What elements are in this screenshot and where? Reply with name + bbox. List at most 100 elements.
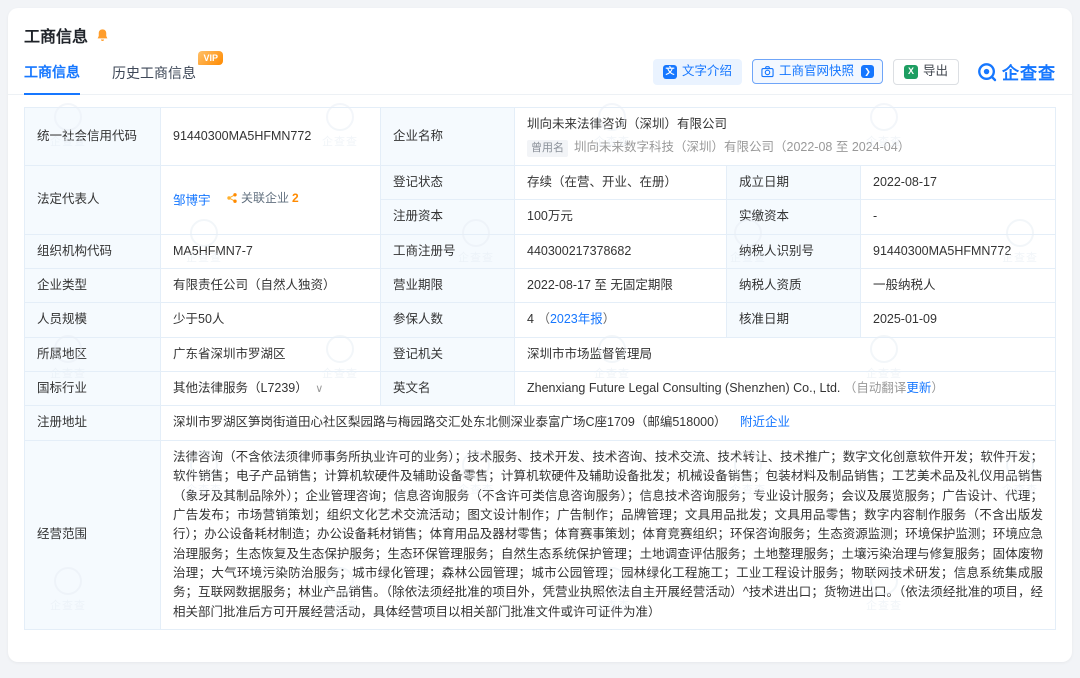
value-insured: 4 （2023年报）: [515, 303, 727, 337]
business-info-card: 工商信息 工商信息 历史工商信息 VIP 文 文字介绍: [8, 8, 1072, 662]
value-ent-type: 有限责任公司（自然人独资）: [161, 268, 381, 302]
value-taxpayer-no: 91440300MA5HFMN772: [861, 234, 1056, 268]
export-label: 导出: [923, 65, 948, 78]
label-reg-capital: 注册资本: [381, 200, 515, 234]
qcc-logo-icon: [977, 62, 997, 82]
value-paid-capital: -: [861, 200, 1056, 234]
label-staff-size: 人员规模: [25, 303, 161, 337]
related-companies-count: 2: [292, 189, 299, 208]
table-row: 统一社会信用代码 91440300MA5HFMN772 企业名称 圳向未来法律咨…: [25, 108, 1056, 166]
tab-bar: 工商信息 历史工商信息 VIP 文 文字介绍 工商官网快照 ❯: [8, 53, 1072, 95]
camera-icon: [761, 65, 774, 78]
value-reg-capital: 100万元: [515, 200, 727, 234]
value-company-name: 圳向未来法律咨询（深圳）有限公司 曾用名 圳向未来数字科技（深圳）有限公司（20…: [515, 108, 1056, 166]
label-company-name: 企业名称: [381, 108, 515, 166]
label-insured: 参保人数: [381, 303, 515, 337]
tab-business-info-label: 工商信息: [24, 64, 80, 80]
vip-badge: VIP: [198, 51, 223, 65]
related-companies-icon: [226, 192, 238, 204]
value-establish-date: 2022-08-17: [861, 165, 1056, 199]
insured-count: 4: [527, 312, 534, 326]
label-scope: 经营范围: [25, 440, 161, 629]
label-english-name: 英文名: [381, 372, 515, 406]
address-text: 深圳市罗湖区笋岗街道田心社区梨园路与梅园路交汇处东北侧深业泰富广场C座1709（…: [173, 415, 727, 429]
header-actions: 文 文字介绍 工商官网快照 ❯ X 导出: [653, 59, 1056, 89]
value-industry: 其他法律服务（L7239） ∨: [161, 372, 381, 406]
value-reg-status: 存续（在营、开业、在册）: [515, 165, 727, 199]
value-org-code: MA5HFMN7-7: [161, 234, 381, 268]
auto-translate-note-close: ）: [931, 381, 944, 395]
value-authority: 深圳市市场监督管理局: [515, 337, 1056, 371]
label-ent-type: 企业类型: [25, 268, 161, 302]
title-row: 工商信息: [8, 8, 1072, 53]
table-row: 法定代表人 邹博宇 关联企业 2: [25, 165, 1056, 199]
value-unified-code: 91440300MA5HFMN772: [161, 108, 381, 166]
label-approve-date: 核准日期: [727, 303, 861, 337]
value-reg-no: 440300217378682: [515, 234, 727, 268]
related-companies[interactable]: 关联企业 2: [226, 189, 299, 208]
label-establish-date: 成立日期: [727, 165, 861, 199]
export-button[interactable]: X 导出: [893, 59, 959, 85]
snapshot-label: 工商官网快照: [779, 65, 854, 78]
label-biz-term: 营业期限: [381, 268, 515, 302]
label-authority: 登记机关: [381, 337, 515, 371]
tabs: 工商信息 历史工商信息 VIP: [24, 53, 196, 94]
table-row: 经营范围 法律咨询（不含依法须律师事务所执业许可的业务）；技术服务、技术开发、技…: [25, 440, 1056, 629]
company-name-current: 圳向未来法律咨询（深圳）有限公司: [527, 115, 1043, 134]
text-intro-label: 文字介绍: [682, 65, 732, 78]
former-name-text: 圳向未来数字科技（深圳）有限公司（2022-08 至 2024-04）: [574, 138, 910, 157]
annual-report-link[interactable]: 2023年报: [550, 312, 603, 326]
chevron-down-icon[interactable]: ∨: [315, 383, 323, 395]
page-title: 工商信息: [24, 23, 88, 47]
table-row: 组织机构代码 MA5HFMN7-7 工商注册号 440300217378682 …: [25, 234, 1056, 268]
business-info-table-wrap: 统一社会信用代码 91440300MA5HFMN772 企业名称 圳向未来法律咨…: [8, 95, 1072, 644]
label-reg-status: 登记状态: [381, 165, 515, 199]
value-region: 广东省深圳市罗湖区: [161, 337, 381, 371]
official-snapshot-button[interactable]: 工商官网快照 ❯: [752, 59, 883, 84]
text-doc-icon: 文: [663, 65, 677, 79]
legal-rep-link[interactable]: 邹博宇: [173, 193, 211, 207]
tab-history-business-info[interactable]: 历史工商信息 VIP: [112, 54, 196, 94]
value-legal-rep: 邹博宇 关联企业 2: [161, 165, 381, 234]
auto-translate-note: （自动翻译: [844, 381, 907, 395]
arrow-right-icon: ❯: [861, 65, 874, 78]
business-info-table: 统一社会信用代码 91440300MA5HFMN772 企业名称 圳向未来法律咨…: [24, 107, 1056, 630]
industry-text: 其他法律服务（L7239）: [173, 381, 308, 395]
label-legal-rep: 法定代表人: [25, 165, 161, 234]
translate-update-link[interactable]: 更新: [906, 381, 931, 395]
company-former-line: 曾用名 圳向未来数字科技（深圳）有限公司（2022-08 至 2024-04）: [527, 138, 1043, 157]
label-org-code: 组织机构代码: [25, 234, 161, 268]
value-scope: 法律咨询（不含依法须律师事务所执业许可的业务）；技术服务、技术开发、技术咨询、技…: [161, 440, 1056, 629]
related-companies-label: 关联企业: [241, 189, 289, 208]
former-name-tag: 曾用名: [527, 140, 568, 157]
table-row: 注册地址 深圳市罗湖区笋岗街道田心社区梨园路与梅园路交汇处东北侧深业泰富广场C座…: [25, 406, 1056, 440]
value-taxpayer-type: 一般纳税人: [861, 268, 1056, 302]
tab-business-info[interactable]: 工商信息: [24, 53, 80, 95]
label-taxpayer-no: 纳税人识别号: [727, 234, 861, 268]
label-region: 所属地区: [25, 337, 161, 371]
value-approve-date: 2025-01-09: [861, 303, 1056, 337]
excel-icon: X: [904, 65, 918, 79]
table-row: 企业类型 有限责任公司（自然人独资） 营业期限 2022-08-17 至 无固定…: [25, 268, 1056, 302]
insured-paren-close: ）: [603, 312, 616, 326]
value-address: 深圳市罗湖区笋岗街道田心社区梨园路与梅园路交汇处东北侧深业泰富广场C座1709（…: [161, 406, 1056, 440]
table-row: 人员规模 少于50人 参保人数 4 （2023年报） 核准日期 2025-01-…: [25, 303, 1056, 337]
nearby-companies-link[interactable]: 附近企业: [740, 415, 790, 429]
text-intro-button[interactable]: 文 文字介绍: [653, 59, 742, 85]
value-staff-size: 少于50人: [161, 303, 381, 337]
qcc-brand-text: 企查查: [1002, 59, 1056, 84]
bell-icon: [95, 28, 110, 43]
value-biz-term: 2022-08-17 至 无固定期限: [515, 268, 727, 302]
label-unified-code: 统一社会信用代码: [25, 108, 161, 166]
table-row: 所属地区 广东省深圳市罗湖区 登记机关 深圳市市场监督管理局: [25, 337, 1056, 371]
table-row: 国标行业 其他法律服务（L7239） ∨ 英文名 Zhenxiang Futur…: [25, 372, 1056, 406]
label-industry: 国标行业: [25, 372, 161, 406]
insured-paren-open: （: [537, 312, 550, 326]
label-address: 注册地址: [25, 406, 161, 440]
tab-history-label: 历史工商信息: [112, 65, 196, 81]
label-taxpayer-type: 纳税人资质: [727, 268, 861, 302]
qcc-brand[interactable]: 企查查: [977, 59, 1056, 84]
value-english-name: Zhenxiang Future Legal Consulting (Shenz…: [515, 372, 1056, 406]
english-name-text: Zhenxiang Future Legal Consulting (Shenz…: [527, 381, 840, 395]
label-paid-capital: 实缴资本: [727, 200, 861, 234]
